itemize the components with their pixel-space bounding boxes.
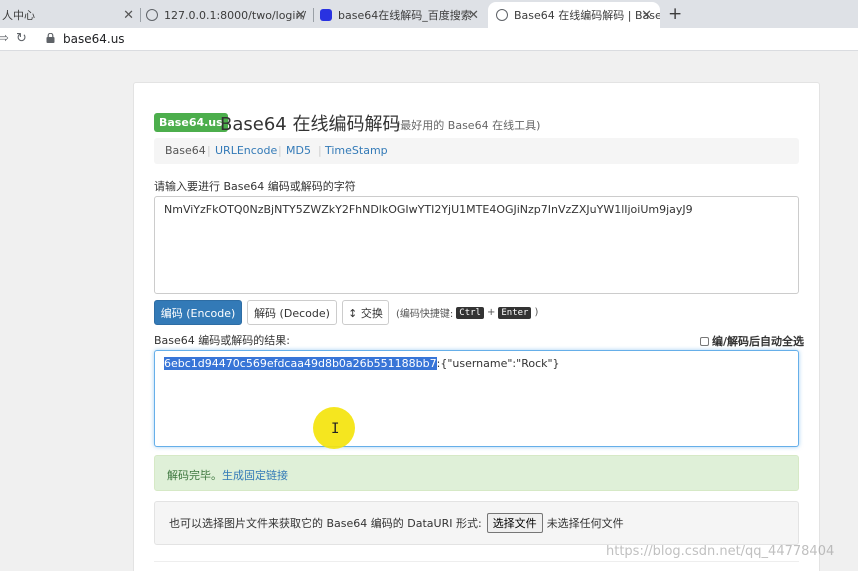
selected-text: 6ebc1d94470c569efdcaa49d8b0a26b551188bb7 xyxy=(164,357,437,370)
url-text[interactable]: base64.us xyxy=(63,32,125,46)
input-textarea[interactable]: NmViYzFkOTQ0NzBjNTY5ZWZkY2FhNDlkOGIwYTI2… xyxy=(154,196,799,294)
close-tab-icon[interactable]: ✕ xyxy=(641,8,652,23)
datauri-text: 也可以选择图片文件来获取它的 Base64 编码的 DataURI 形式: xyxy=(169,517,482,530)
tab-separator xyxy=(313,8,314,22)
browser-tab-strip: 人中心 ✕ 127.0.0.1:8000/two/login/ ✕ base64… xyxy=(0,0,858,28)
nav-separator: | xyxy=(278,144,282,157)
address-bar: ⇨ ↻ base64.us xyxy=(0,28,858,51)
close-tab-icon[interactable]: ✕ xyxy=(123,8,134,23)
status-alert: 解码完毕。生成固定链接 xyxy=(154,455,799,491)
nav-separator: | xyxy=(318,144,322,157)
shortcut-prefix: (编码快捷键: xyxy=(396,309,454,320)
output-rest-text: :{"username":"Rock"} xyxy=(436,357,560,370)
globe-icon xyxy=(146,9,158,21)
status-message: 解码完毕。 xyxy=(167,469,222,482)
tab-title: 127.0.0.1:8000/two/login/ xyxy=(164,8,307,22)
auto-select-label: 编/解码后自动全选 xyxy=(712,335,805,348)
close-tab-icon[interactable]: ✕ xyxy=(468,8,479,23)
page-title: Base64 在线编码解码 xyxy=(220,114,401,135)
tab-separator xyxy=(140,8,141,22)
shortcut-plus: + xyxy=(486,307,496,318)
main-card: Base64.us Base64 在线编码解码 (最好用的 Base64 在线工… xyxy=(133,82,820,571)
nav-separator: | xyxy=(207,144,211,157)
nav-item-base64[interactable]: Base64 xyxy=(165,144,206,157)
tab-login[interactable]: 127.0.0.1:8000/two/login/ ✕ xyxy=(146,2,312,28)
datauri-panel: 也可以选择图片文件来获取它的 Base64 编码的 DataURI 形式: 选择… xyxy=(154,501,799,545)
globe-icon xyxy=(496,9,508,21)
input-label: 请输入要进行 Base64 编码或解码的字符 xyxy=(154,180,356,193)
lock-icon xyxy=(46,33,55,43)
choose-file-button[interactable]: 选择文件 xyxy=(486,513,543,533)
shortcut-hint: (编码快捷键: Ctrl + Enter ) xyxy=(396,305,538,320)
swap-button[interactable]: ↕ 交换 xyxy=(342,300,389,325)
nav-item-urlencode[interactable]: URLEncode xyxy=(215,144,277,157)
tool-nav: Base64 | URLEncode | MD5 | TimeStamp xyxy=(154,138,799,164)
auto-select-option[interactable]: 编/解码后自动全选 xyxy=(700,333,804,349)
kbd-enter: Enter xyxy=(498,306,532,319)
output-textarea[interactable]: 6ebc1d94470c569efdcaa49d8b0a26b551188bb7… xyxy=(154,350,799,447)
close-tab-icon[interactable]: ✕ xyxy=(295,8,306,23)
no-file-text: 未选择任何文件 xyxy=(546,517,624,530)
output-label: Base64 编码或解码的结果: xyxy=(154,334,290,347)
divider xyxy=(154,561,799,562)
watermark: https://blog.csdn.net/qq_44778404 xyxy=(606,544,835,559)
shortcut-suffix: ) xyxy=(534,307,539,318)
auto-select-checkbox[interactable] xyxy=(700,336,709,346)
new-tab-button[interactable]: + xyxy=(668,4,682,24)
input-value: NmViYzFkOTQ0NzBjNTY5ZWZkY2FhNDlkOGIwYTI2… xyxy=(164,203,693,216)
tab-base64-active[interactable]: Base64 在线编码解码 | Base6 ✕ xyxy=(488,2,660,28)
forward-arrow-icon[interactable]: ⇨ xyxy=(0,31,9,46)
brand-badge: Base64.us xyxy=(154,113,228,132)
nav-item-timestamp[interactable]: TimeStamp xyxy=(325,144,388,157)
page-subtitle: (最好用的 Base64 在线工具) xyxy=(396,119,541,132)
nav-item-md5[interactable]: MD5 xyxy=(286,144,311,157)
tab-title: 人中心 xyxy=(2,9,35,22)
encode-button[interactable]: 编码 (Encode) xyxy=(154,300,242,325)
tab-title: base64在线解码_百度搜索 xyxy=(338,9,472,22)
decode-button[interactable]: 解码 (Decode) xyxy=(247,300,337,325)
tab-baidu-search[interactable]: base64在线解码_百度搜索 ✕ xyxy=(320,2,485,28)
tab-title: Base64 在线编码解码 | Base6 xyxy=(514,9,660,22)
reload-icon[interactable]: ↻ xyxy=(16,31,27,46)
permalink-link[interactable]: 生成固定链接 xyxy=(222,469,288,482)
baidu-paw-icon xyxy=(320,9,332,21)
text-cursor-icon: I xyxy=(331,421,340,437)
kbd-ctrl: Ctrl xyxy=(456,306,484,319)
tab-user-center[interactable]: 人中心 ✕ xyxy=(0,2,140,28)
